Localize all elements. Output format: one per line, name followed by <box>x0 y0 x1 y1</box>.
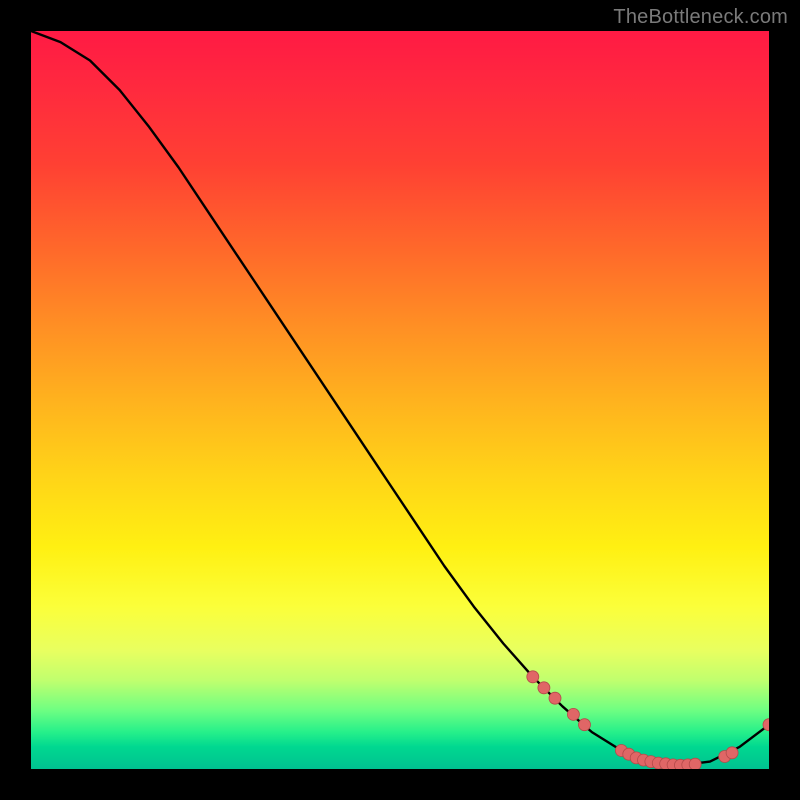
watermark-text: TheBottleneck.com <box>613 6 788 29</box>
curve-marker <box>549 692 561 704</box>
curve-marker <box>726 747 738 759</box>
chart-stage: TheBottleneck.com <box>0 0 800 800</box>
curve-marker <box>689 758 701 769</box>
bottleneck-curve <box>31 31 769 765</box>
plot-area <box>31 31 769 769</box>
curve-layer <box>31 31 769 769</box>
curve-marker <box>579 719 591 731</box>
curve-marker <box>538 682 550 694</box>
curve-marker <box>567 708 579 720</box>
curve-marker <box>527 671 539 683</box>
curve-markers <box>527 671 769 769</box>
